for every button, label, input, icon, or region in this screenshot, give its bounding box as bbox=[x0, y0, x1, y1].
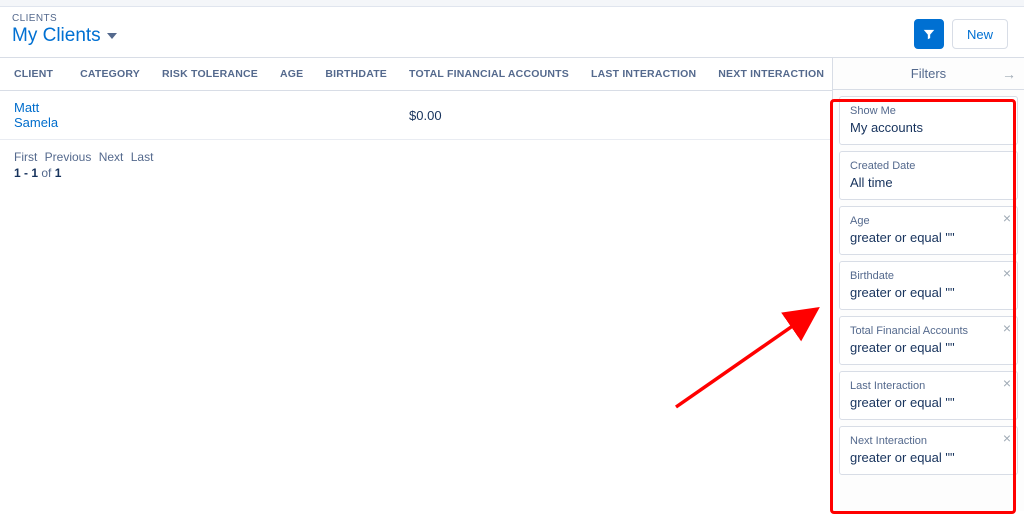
table-row[interactable]: Matt Samela $0.00 bbox=[0, 91, 832, 140]
filter-value: greater or equal "" bbox=[850, 395, 1007, 410]
pager-range-total: 1 bbox=[55, 166, 62, 180]
filter-card[interactable]: Total Financial Accounts greater or equal… bbox=[839, 316, 1018, 365]
filters-panel: Filters → Show Me My accounts Created Date… bbox=[832, 58, 1024, 511]
client-link[interactable]: Matt Samela bbox=[14, 100, 58, 130]
filter-card[interactable]: Next Interaction greater or equal "" × bbox=[839, 426, 1018, 475]
cell-age bbox=[266, 91, 311, 140]
filter-value: greater or equal "" bbox=[850, 450, 1007, 465]
arrow-right-icon[interactable]: → bbox=[1002, 66, 1016, 82]
filter-value: All time bbox=[850, 175, 1007, 190]
chevron-down-icon bbox=[107, 33, 117, 39]
filter-label: Next Interaction bbox=[850, 435, 1007, 447]
col-last-interaction[interactable]: LAST INTERACTION bbox=[577, 58, 704, 91]
cell-category bbox=[66, 91, 148, 140]
new-button[interactable]: New bbox=[952, 19, 1008, 49]
col-category[interactable]: CATEGORY bbox=[66, 58, 148, 91]
filter-label: Age bbox=[850, 215, 1007, 227]
col-next-interaction[interactable]: NEXT INTERACTION bbox=[704, 58, 832, 91]
close-icon[interactable]: × bbox=[1003, 266, 1011, 280]
filter-icon bbox=[922, 27, 936, 41]
filter-toggle-button[interactable] bbox=[914, 19, 944, 49]
filter-label: Show Me bbox=[850, 105, 1007, 117]
col-age[interactable]: AGE bbox=[266, 58, 311, 91]
filters-header: Filters → bbox=[833, 58, 1024, 90]
filter-card[interactable]: Age greater or equal "" × bbox=[839, 206, 1018, 255]
col-tfa[interactable]: TOTAL FINANCIAL ACCOUNTS bbox=[395, 58, 577, 91]
close-icon[interactable]: × bbox=[1003, 211, 1011, 225]
col-client[interactable]: CLIENT bbox=[0, 58, 66, 91]
filter-label: Last Interaction bbox=[850, 380, 1007, 392]
cell-last-interaction bbox=[577, 91, 704, 140]
page-header: CLIENTS My Clients New bbox=[0, 7, 1024, 58]
filter-label: Birthdate bbox=[850, 270, 1007, 282]
filter-card[interactable]: Last Interaction greater or equal "" × bbox=[839, 371, 1018, 420]
window-chrome-strip bbox=[0, 0, 1024, 7]
close-icon[interactable]: × bbox=[1003, 321, 1011, 335]
filter-value: greater or equal "" bbox=[850, 340, 1007, 355]
filter-value: greater or equal "" bbox=[850, 230, 1007, 245]
list-view-title[interactable]: My Clients bbox=[12, 25, 101, 47]
close-icon[interactable]: × bbox=[1003, 376, 1011, 390]
filter-value: greater or equal "" bbox=[850, 285, 1007, 300]
main-list-area: CLIENT CATEGORY RISK TOLERANCE AGE BIRTH… bbox=[0, 58, 832, 511]
list-view-picker[interactable]: My Clients bbox=[12, 25, 914, 47]
cell-tfa: $0.00 bbox=[395, 91, 577, 140]
filter-card[interactable]: Show Me My accounts bbox=[839, 96, 1018, 145]
cell-next-interaction bbox=[704, 91, 832, 140]
header-eyebrow: CLIENTS bbox=[12, 13, 914, 24]
filter-card[interactable]: Birthdate greater or equal "" × bbox=[839, 261, 1018, 310]
col-risk[interactable]: RISK TOLERANCE bbox=[148, 58, 266, 91]
pager-prev[interactable]: Previous bbox=[45, 150, 92, 164]
filters-body: Show Me My accounts Created Date All time Ag… bbox=[833, 90, 1024, 487]
pagination: First Previous Next Last 1 - 1 of 1 bbox=[0, 140, 832, 190]
filter-value: My accounts bbox=[850, 120, 1007, 135]
clients-table: CLIENT CATEGORY RISK TOLERANCE AGE BIRTH… bbox=[0, 58, 832, 140]
filters-title: Filters bbox=[911, 66, 946, 81]
filter-label: Total Financial Accounts bbox=[850, 325, 1007, 337]
filter-label: Created Date bbox=[850, 160, 1007, 172]
cell-birthdate bbox=[311, 91, 395, 140]
new-button-label: New bbox=[967, 27, 993, 42]
filter-card[interactable]: Created Date All time bbox=[839, 151, 1018, 200]
pager-next[interactable]: Next bbox=[99, 150, 124, 164]
col-birthdate[interactable]: BIRTHDATE bbox=[311, 58, 395, 91]
pager-last[interactable]: Last bbox=[131, 150, 154, 164]
pager-range-start: 1 - 1 bbox=[14, 166, 38, 180]
cell-risk bbox=[148, 91, 266, 140]
pager-first[interactable]: First bbox=[14, 150, 37, 164]
close-icon[interactable]: × bbox=[1003, 431, 1011, 445]
